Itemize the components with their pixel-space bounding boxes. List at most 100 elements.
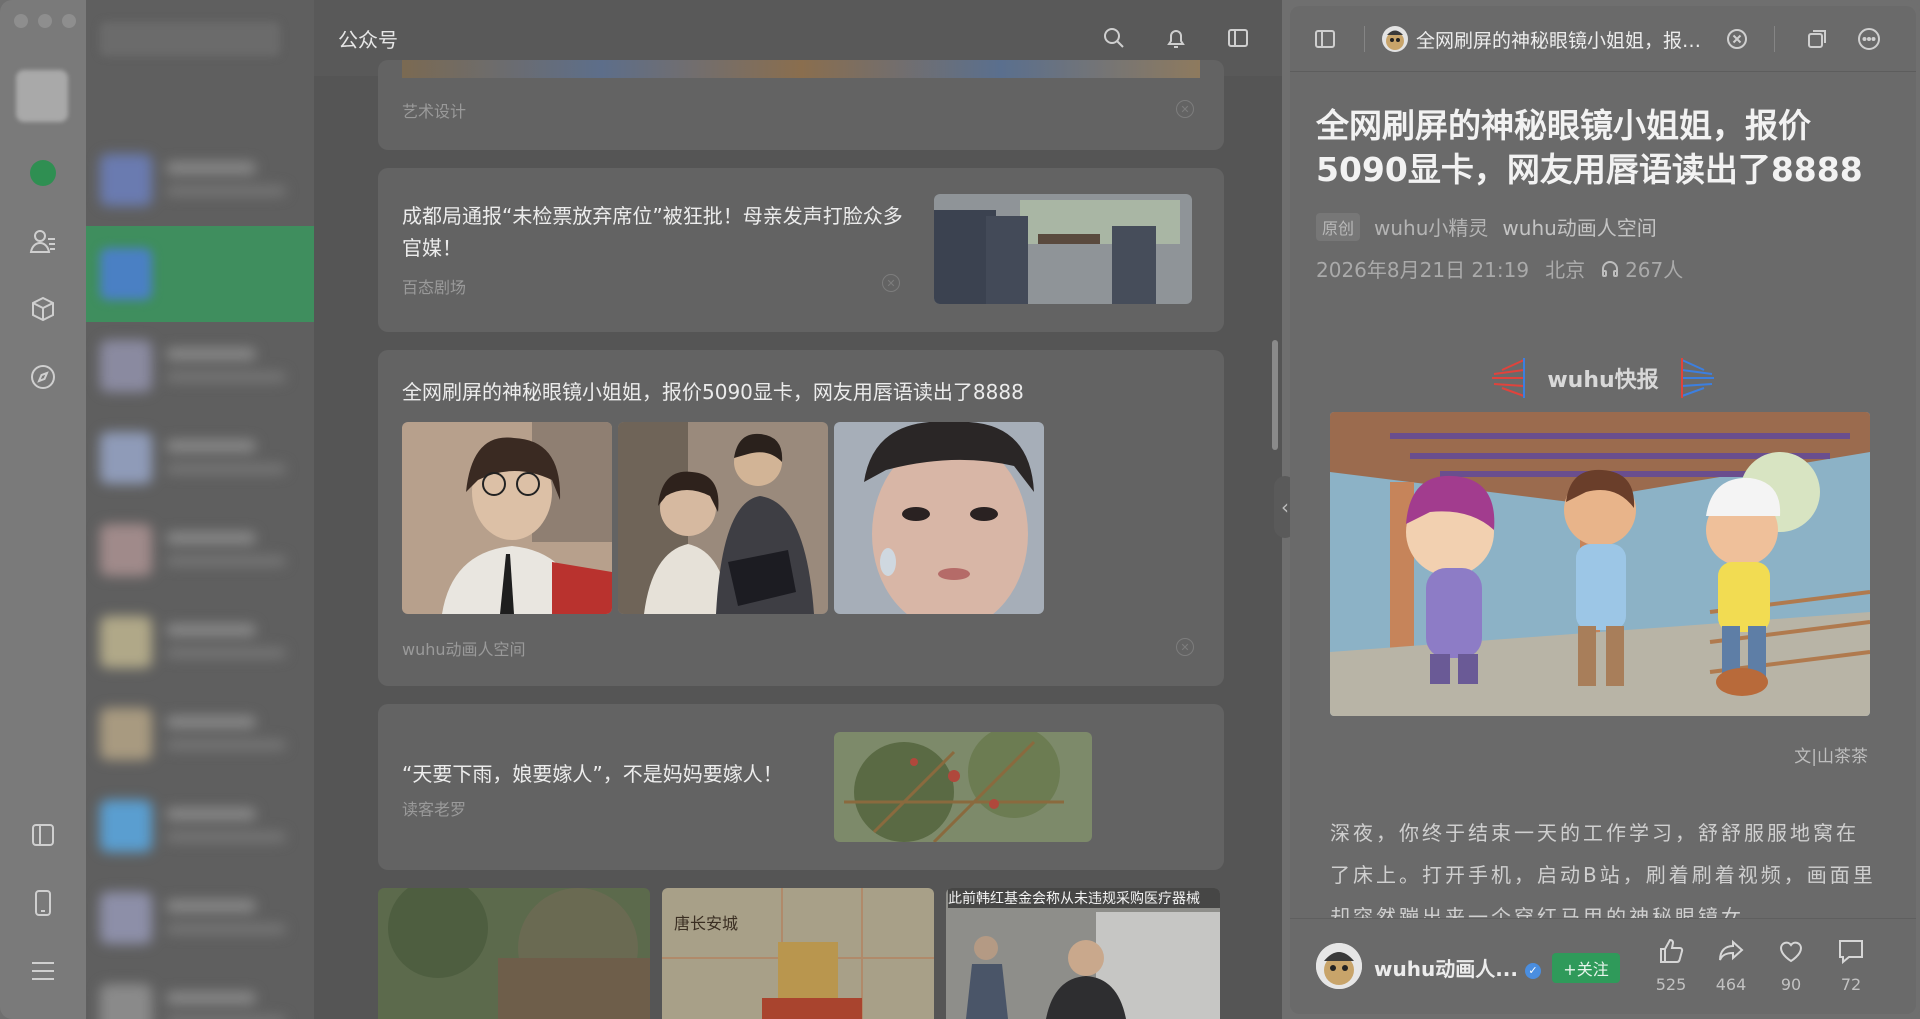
card-source: 读客老罗 [402, 800, 467, 819]
burst-right-icon [1681, 358, 1715, 398]
list-item[interactable] [86, 874, 314, 962]
listen-count[interactable]: 267人 [1601, 254, 1683, 283]
card-source: wuhu动画人空间 [402, 640, 526, 659]
list-item[interactable] [86, 598, 314, 686]
share-icon [1706, 937, 1756, 973]
article-card[interactable]: 全网刷屏的神秘眼镜小姐姐，报价5090显卡，网友用唇语读出了8888 wuhu动… [378, 350, 1224, 686]
account-name[interactable]: wuhu动画人... ✓ [1374, 953, 1541, 982]
publish-location: 北京 [1545, 258, 1586, 282]
card-thumbnail [834, 732, 1092, 842]
divider [1774, 26, 1775, 52]
article-body: 深夜，你终于结束一天的工作学习，舒舒服服地窝在了床上。打开手机，启动B站，刷着刷… [1330, 821, 1876, 926]
card-image [618, 422, 828, 614]
official-accounts-feed: 公众号 艺术设计 ✕ 成都局通报“未检票放弃席位”被狂批！母亲发声打脸众多官媒！… [314, 0, 1282, 1019]
card-image: 唐长安城 [662, 888, 934, 1019]
article-header: 全网刷屏的神秘眼镜小姐姐，报价5090显卡，网友用唇语读出了8888 [1290, 6, 1916, 72]
card-image [378, 888, 650, 1019]
favorite-button[interactable]: 90 [1766, 937, 1816, 994]
dismiss-icon[interactable]: ✕ [1176, 100, 1194, 118]
favorite-count: 90 [1780, 975, 1802, 994]
like-count: 525 [1655, 975, 1687, 994]
banner-text: wuhu快报 [1547, 368, 1659, 393]
sidebar-toggle-icon[interactable] [1310, 24, 1340, 54]
contacts-icon[interactable] [24, 222, 62, 260]
thumbs-up-icon [1646, 937, 1696, 973]
original-badge: 原创 [1316, 212, 1361, 241]
listen-count-value: 267人 [1625, 258, 1684, 282]
window-zoom-button[interactable] [62, 14, 76, 28]
close-icon[interactable] [1722, 24, 1752, 54]
verified-icon: ✓ [1524, 962, 1541, 979]
panel-icon[interactable] [24, 816, 62, 854]
image-credit: 文|山茶茶 [1794, 747, 1868, 767]
article-meta-date: 2026年8月21日 21:19 北京 267人 [1316, 254, 1683, 283]
window-close-button[interactable] [14, 14, 28, 28]
article-meta: 原创 wuhu小精灵 wuhu动画人空间 [1316, 212, 1657, 241]
phone-icon[interactable] [24, 884, 62, 922]
list-item[interactable] [86, 414, 314, 502]
card-title: 成都局通报“未检票放弃席位”被狂批！母亲发声打脸众多官媒！ [402, 204, 903, 260]
dismiss-icon[interactable]: ✕ [1176, 638, 1194, 656]
comment-button[interactable]: 72 [1826, 937, 1876, 994]
account-name-text: wuhu动画人... [1374, 957, 1518, 981]
article-headline: 全网刷屏的神秘眼镜小姐姐，报价5090显卡，网友用唇语读出了8888 [1316, 106, 1863, 189]
compass-icon[interactable] [24, 358, 62, 396]
like-button[interactable]: 525 [1646, 937, 1696, 994]
article-footer: wuhu动画人... ✓ +关注 525 464 90 72 [1290, 918, 1916, 1014]
list-item[interactable] [86, 506, 314, 594]
author-link[interactable]: wuhu小精灵 [1374, 212, 1488, 241]
card-image [402, 422, 612, 614]
card-image-strip [402, 60, 1200, 78]
card-image-caption: 唐长安城 [674, 914, 739, 933]
headphones-icon [1602, 260, 1619, 277]
account-avatar [1382, 26, 1408, 52]
comment-count: 72 [1840, 975, 1862, 994]
sidebar-toggle-icon[interactable] [1222, 22, 1254, 54]
heart-icon [1766, 937, 1816, 973]
list-item[interactable] [86, 690, 314, 778]
article-panel: 全网刷屏的神秘眼镜小姐姐，报价5090显卡，网友用唇语读出了8888 全网刷屏的… [1290, 6, 1916, 1014]
box-icon[interactable] [24, 290, 62, 328]
card-image: 此前韩红基金会称从未违规采购医疗器械 [946, 888, 1220, 1019]
list-item[interactable] [86, 966, 314, 1019]
search-input[interactable] [100, 22, 280, 56]
card-thumbnail [934, 194, 1192, 304]
window-minimize-button[interactable] [38, 14, 52, 28]
list-item[interactable] [86, 322, 314, 410]
feed-scrollbar[interactable] [1272, 340, 1278, 450]
article-hero-image [1330, 412, 1870, 716]
share-count: 464 [1715, 975, 1747, 994]
list-item[interactable] [86, 782, 314, 870]
share-button[interactable]: 464 [1706, 937, 1756, 994]
menu-icon[interactable] [24, 952, 62, 990]
account-link[interactable]: wuhu动画人空间 [1502, 212, 1656, 241]
divider [1364, 26, 1365, 52]
app-window: 公众号 艺术设计 ✕ 成都局通报“未检票放弃席位”被狂批！母亲发声打脸众多官媒！… [0, 0, 1920, 1019]
list-item-selected[interactable] [86, 226, 314, 322]
article-card[interactable]: “天要下雨，娘要嫁人”，不是妈妈要嫁人！ 读客老罗 ✕ [378, 704, 1224, 870]
account-avatar[interactable] [1316, 943, 1362, 989]
more-icon[interactable] [1854, 24, 1884, 54]
navigation-sidebar [0, 0, 86, 1019]
user-avatar[interactable] [16, 70, 68, 122]
dismiss-icon[interactable]: ✕ [882, 274, 900, 292]
article-banner: wuhu快报 [1290, 356, 1916, 400]
search-icon[interactable] [1098, 22, 1130, 54]
card-image-caption: 此前韩红基金会称从未违规采购医疗器械 [948, 888, 1220, 908]
card-title: 全网刷屏的神秘眼镜小姐姐，报价5090显卡，网友用唇语读出了8888 [402, 380, 1024, 404]
burst-left-icon [1491, 358, 1525, 398]
chat-icon[interactable] [24, 154, 62, 192]
open-window-icon[interactable] [1802, 24, 1832, 54]
card-source: 艺术设计 [402, 102, 467, 121]
page-title: 公众号 [338, 28, 398, 52]
chevron-left-icon: ‹ [1281, 495, 1289, 519]
card-image [834, 422, 1044, 614]
bell-icon[interactable] [1160, 22, 1192, 54]
chat-list [86, 0, 314, 1019]
article-card[interactable]: 成都局通报“未检票放弃席位”被狂批！母亲发声打脸众多官媒！ 百态剧场 ✕ [378, 168, 1224, 332]
article-card[interactable]: 艺术设计 ✕ [378, 60, 1224, 150]
comment-icon [1826, 937, 1876, 973]
follow-button[interactable]: +关注 [1552, 953, 1620, 983]
article-tab-title: 全网刷屏的神秘眼镜小姐姐，报价5090显卡，网友用唇语读出了8888 [1416, 30, 1706, 52]
list-item[interactable] [86, 136, 314, 224]
